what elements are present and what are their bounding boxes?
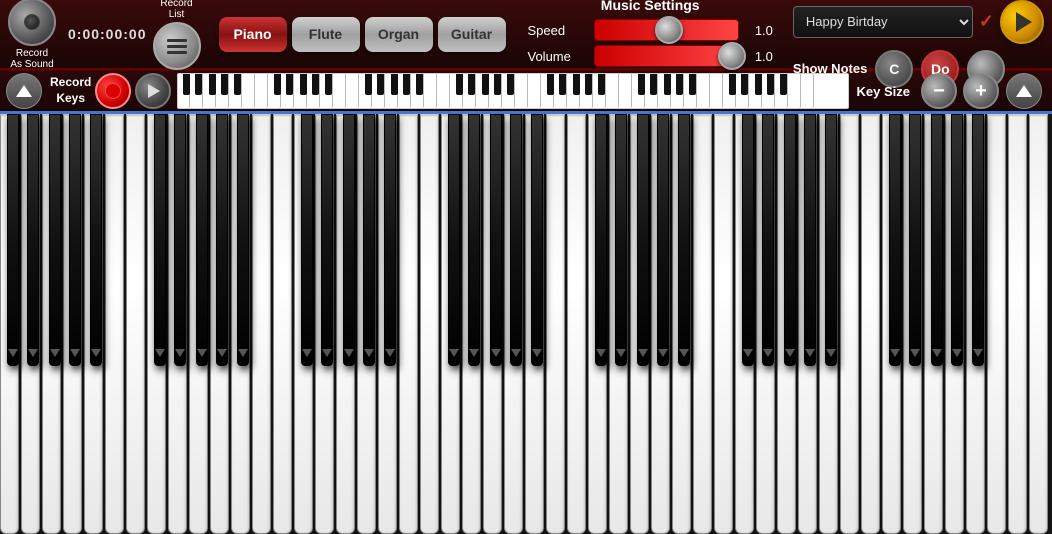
record-as-sound-label: Record As Sound bbox=[10, 48, 53, 70]
black-key[interactable] bbox=[384, 114, 396, 366]
black-key[interactable] bbox=[196, 114, 208, 366]
record-dot-icon bbox=[105, 83, 121, 99]
white-key[interactable] bbox=[105, 114, 124, 534]
black-key[interactable] bbox=[909, 114, 921, 366]
black-key[interactable] bbox=[951, 114, 963, 366]
white-key[interactable] bbox=[861, 114, 880, 534]
piano-area bbox=[0, 114, 1052, 534]
play-triangle-icon bbox=[1016, 12, 1032, 32]
mini-piano-keys[interactable] bbox=[177, 73, 848, 109]
white-key[interactable] bbox=[987, 114, 1006, 534]
scroll-up-button[interactable] bbox=[6, 73, 42, 109]
black-key[interactable] bbox=[531, 114, 543, 366]
black-key[interactable] bbox=[69, 114, 81, 366]
black-key[interactable] bbox=[363, 114, 375, 366]
list-icon bbox=[167, 39, 187, 54]
white-key[interactable] bbox=[567, 114, 586, 534]
speed-value: 1.0 bbox=[745, 23, 773, 38]
record-list-button[interactable] bbox=[153, 22, 201, 70]
black-key[interactable] bbox=[490, 114, 502, 366]
timer-display: 0:00:00:00 bbox=[68, 26, 147, 42]
instrument-buttons: Piano Flute Organ Guitar bbox=[219, 17, 506, 52]
black-key[interactable] bbox=[468, 114, 480, 366]
key-size-increase-button[interactable]: + bbox=[963, 73, 999, 109]
speed-slider-track[interactable] bbox=[594, 19, 739, 41]
black-key[interactable] bbox=[216, 114, 228, 366]
black-key[interactable] bbox=[784, 114, 796, 366]
volume-slider-thumb[interactable] bbox=[718, 42, 746, 70]
black-key[interactable] bbox=[448, 114, 460, 366]
octave-up-button[interactable] bbox=[1006, 73, 1042, 109]
record-keys-label: Record Keys bbox=[50, 75, 91, 106]
black-key[interactable] bbox=[595, 114, 607, 366]
white-key[interactable] bbox=[420, 114, 439, 534]
play-small-button[interactable] bbox=[135, 73, 171, 109]
black-key[interactable] bbox=[174, 114, 186, 366]
black-key[interactable] bbox=[615, 114, 627, 366]
instrument-guitar[interactable]: Guitar bbox=[438, 17, 506, 52]
white-key[interactable] bbox=[840, 114, 859, 534]
music-settings-title: Music Settings bbox=[601, 0, 700, 13]
black-key[interactable] bbox=[321, 114, 333, 366]
note-c-badge[interactable]: C bbox=[875, 50, 913, 88]
black-key[interactable] bbox=[301, 114, 313, 366]
speed-slider-thumb[interactable] bbox=[655, 16, 683, 44]
white-key[interactable] bbox=[399, 114, 418, 534]
play-small-icon bbox=[148, 84, 160, 98]
black-key[interactable] bbox=[742, 114, 754, 366]
white-key[interactable] bbox=[714, 114, 733, 534]
top-bar: Record As Sound 0:00:00:00 Record List P… bbox=[0, 0, 1052, 70]
speed-slider-row: Speed 1.0 bbox=[528, 19, 773, 41]
black-key[interactable] bbox=[825, 114, 837, 366]
song-dropdown[interactable]: Happy Birtday bbox=[793, 6, 973, 38]
volume-slider-row: Volume 1.0 bbox=[528, 45, 773, 67]
black-key[interactable] bbox=[678, 114, 690, 366]
music-settings-panel: Music Settings Speed 1.0 Volume 1.0 bbox=[518, 0, 783, 75]
black-key[interactable] bbox=[762, 114, 774, 366]
black-key[interactable] bbox=[49, 114, 61, 366]
song-selector-row: Happy Birtday ✓ bbox=[793, 0, 1044, 44]
piano-keyboard bbox=[0, 114, 1052, 534]
speed-label: Speed bbox=[528, 23, 588, 38]
volume-value: 1.0 bbox=[745, 49, 773, 64]
black-key[interactable] bbox=[7, 114, 19, 366]
white-key[interactable] bbox=[1029, 114, 1048, 534]
key-size-label: Key Size bbox=[857, 84, 910, 99]
white-key[interactable] bbox=[252, 114, 271, 534]
record-list-label: Record List bbox=[160, 0, 192, 20]
instrument-piano[interactable]: Piano bbox=[219, 17, 287, 52]
black-key[interactable] bbox=[237, 114, 249, 366]
record-as-sound-section: Record As Sound bbox=[8, 0, 56, 70]
white-key[interactable] bbox=[126, 114, 145, 534]
white-key[interactable] bbox=[273, 114, 292, 534]
instrument-organ[interactable]: Organ bbox=[365, 17, 433, 52]
play-button[interactable] bbox=[1000, 0, 1044, 44]
black-key[interactable] bbox=[804, 114, 816, 366]
white-key[interactable] bbox=[693, 114, 712, 534]
black-key[interactable] bbox=[27, 114, 39, 366]
octave-up-icon bbox=[1016, 85, 1032, 97]
black-key[interactable] bbox=[90, 114, 102, 366]
up-arrow-icon bbox=[16, 85, 32, 97]
knob-inner bbox=[24, 14, 40, 30]
record-list-section: Record List bbox=[153, 0, 201, 70]
volume-slider-track[interactable] bbox=[594, 45, 739, 67]
instrument-flute[interactable]: Flute bbox=[292, 17, 360, 52]
black-key[interactable] bbox=[889, 114, 901, 366]
black-key[interactable] bbox=[154, 114, 166, 366]
black-key[interactable] bbox=[343, 114, 355, 366]
song-checkmark: ✓ bbox=[979, 11, 994, 32]
black-key[interactable] bbox=[931, 114, 943, 366]
white-key[interactable] bbox=[1008, 114, 1027, 534]
volume-label: Volume bbox=[528, 49, 588, 64]
record-as-sound-knob[interactable] bbox=[8, 0, 56, 46]
key-size-decrease-button[interactable]: − bbox=[921, 73, 957, 109]
black-key[interactable] bbox=[637, 114, 649, 366]
black-key[interactable] bbox=[510, 114, 522, 366]
black-key[interactable] bbox=[972, 114, 984, 366]
black-key[interactable] bbox=[657, 114, 669, 366]
record-button[interactable] bbox=[95, 73, 131, 109]
white-key[interactable] bbox=[546, 114, 565, 534]
